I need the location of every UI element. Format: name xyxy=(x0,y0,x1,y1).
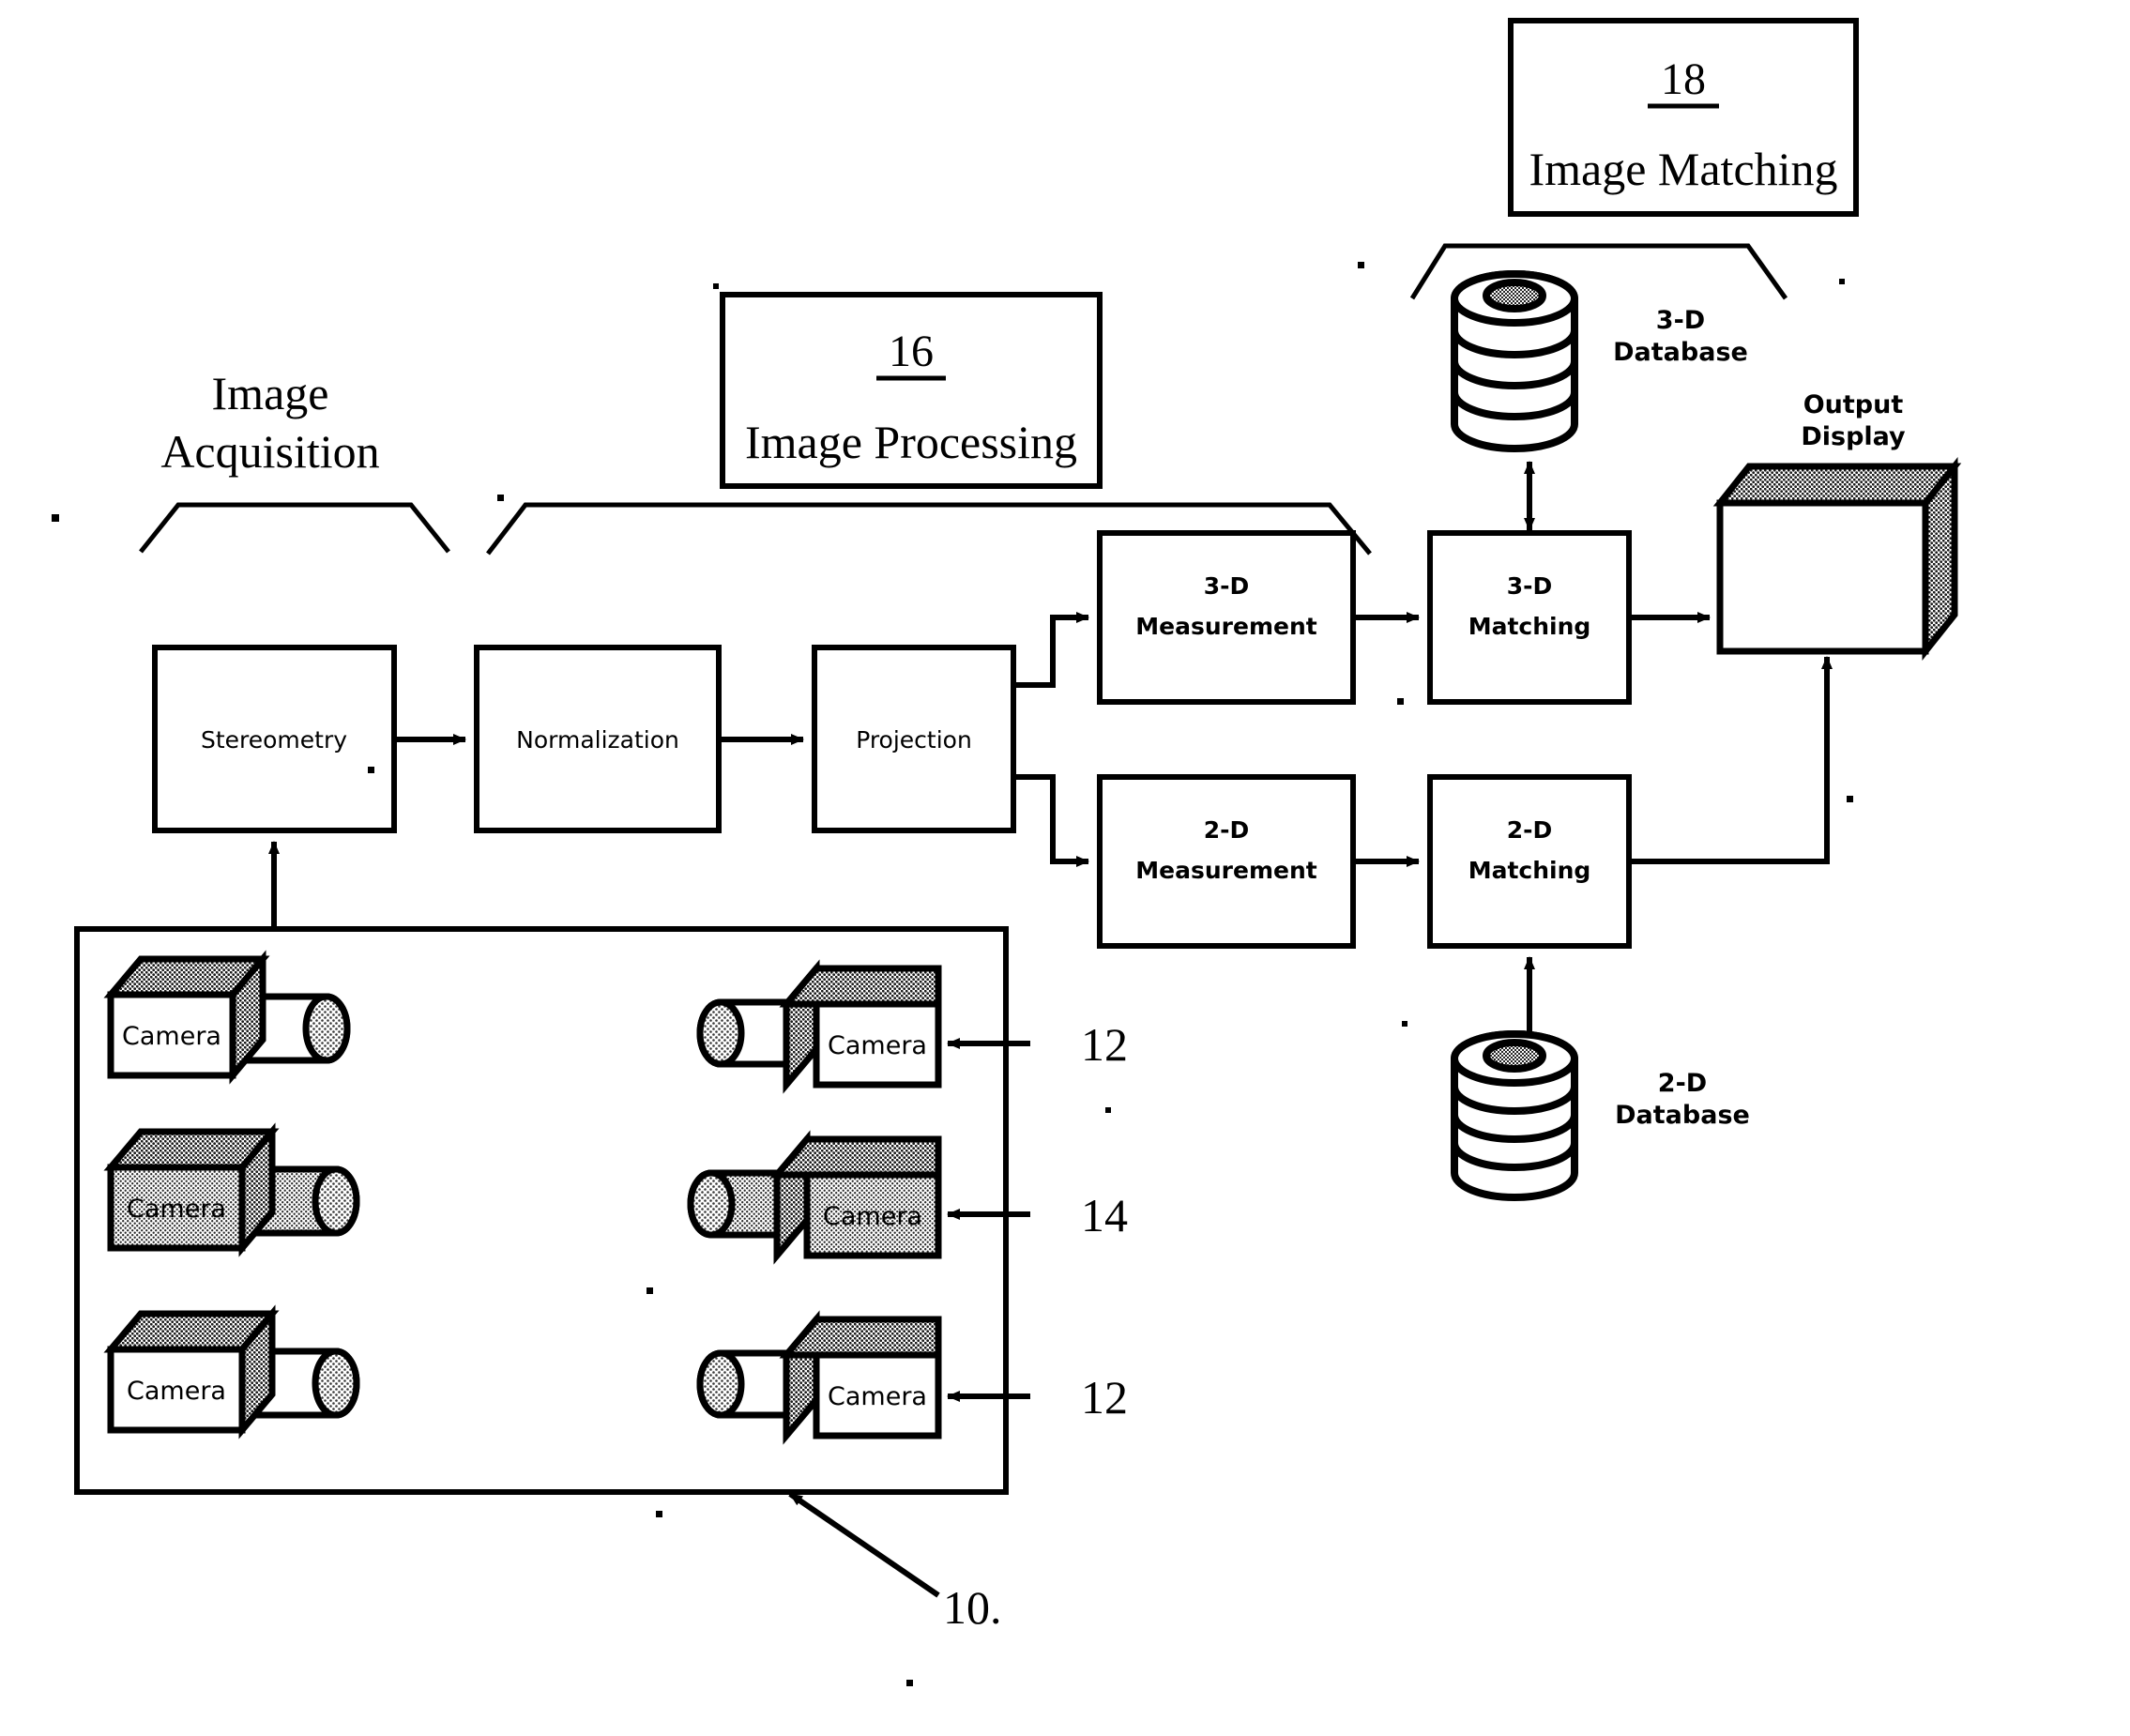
box-2d-matching-line2: Matching xyxy=(1468,857,1591,884)
camera-left-top[interactable]: Camera xyxy=(103,950,351,1085)
box-stereometry[interactable]: Stereometry xyxy=(152,645,397,833)
box-3d-matching-line2: Matching xyxy=(1468,613,1591,640)
box-3d-measurement-line1: 3-D xyxy=(1204,572,1250,600)
output-display[interactable]: Output Display xyxy=(1712,390,1962,662)
callout-arrow-system xyxy=(788,1491,940,1598)
box-2d-matching-line1: 2-D xyxy=(1507,816,1553,844)
box-3d-measurement-line2: Measurement xyxy=(1135,613,1316,640)
camera-right-bottom-label: Camera xyxy=(828,1382,927,1411)
database-2d-line2: Database xyxy=(1615,1101,1750,1130)
camera-right-middle-label: Camera xyxy=(823,1202,922,1231)
box-stereometry-label: Stereometry xyxy=(201,726,347,754)
camera-right-top-label: Camera xyxy=(828,1031,927,1060)
database-3d[interactable]: 3-D Database xyxy=(1451,270,1748,452)
box-3d-matching[interactable]: 3-D Matching xyxy=(1427,530,1632,705)
callout-label-camera-12-bottom: 12 xyxy=(1081,1371,1128,1424)
section-processing-label: Image Processing xyxy=(745,416,1077,468)
section-matching-number: 18 xyxy=(1661,54,1706,104)
section-matching-label: Image Matching xyxy=(1529,143,1837,195)
box-2d-matching[interactable]: 2-D Matching xyxy=(1427,774,1632,949)
figure-canvas: 18 Image Matching 16 Image Processing Im… xyxy=(0,0,2130,1736)
database-3d-line1: 3-D xyxy=(1656,306,1705,335)
database-2d-line1: 2-D xyxy=(1658,1069,1707,1098)
database-2d[interactable]: 2-D Database xyxy=(1451,1030,1750,1201)
section-acquisition-line1: Image xyxy=(212,367,329,419)
section-processing-number: 16 xyxy=(889,327,934,376)
camera-right-top[interactable]: Camera 12 xyxy=(696,959,1128,1094)
output-display-line2: Display xyxy=(1801,422,1906,451)
camera-right-bottom[interactable]: Camera 12 xyxy=(696,1310,1128,1445)
box-2d-measurement[interactable]: 2-D Measurement xyxy=(1097,774,1356,949)
bracket-acquisition xyxy=(139,502,450,554)
callout-label-system: 10. xyxy=(943,1581,1002,1634)
connector-projection-to-3d-measurement xyxy=(1013,612,1089,688)
section-acquisition-line2: Acquisition xyxy=(160,425,379,478)
box-2d-measurement-line1: 2-D xyxy=(1204,816,1250,844)
connector-2d-matching-to-output xyxy=(1629,656,1833,864)
connector-projection-to-2d-measurement xyxy=(1013,774,1089,867)
box-projection-label: Projection xyxy=(856,726,972,754)
camera-left-bottom[interactable]: Camera xyxy=(103,1304,360,1439)
box-projection[interactable]: Projection xyxy=(812,645,1016,833)
block-diagram: 18 Image Matching 16 Image Processing Im… xyxy=(52,18,1962,1686)
section-processing-box: 16 Image Processing xyxy=(720,292,1103,489)
camera-left-bottom-label: Camera xyxy=(127,1377,226,1406)
box-normalization[interactable]: Normalization xyxy=(474,645,722,833)
camera-left-top-label: Camera xyxy=(122,1022,221,1051)
box-normalization-label: Normalization xyxy=(516,726,679,754)
output-display-line1: Output xyxy=(1803,390,1904,419)
camera-left-middle[interactable]: Camera xyxy=(103,1122,360,1257)
camera-right-middle[interactable]: Camera 14 xyxy=(687,1130,1128,1265)
camera-left-middle-label: Camera xyxy=(127,1195,226,1224)
box-3d-measurement[interactable]: 3-D Measurement xyxy=(1097,530,1356,705)
database-3d-line2: Database xyxy=(1613,338,1748,367)
section-matching-box: 18 Image Matching xyxy=(1508,18,1859,217)
section-acquisition-title: Image Acquisition xyxy=(160,367,379,478)
box-3d-matching-line1: 3-D xyxy=(1507,572,1553,600)
callout-label-camera-14: 14 xyxy=(1081,1189,1128,1241)
callout-label-camera-12-top: 12 xyxy=(1081,1018,1128,1071)
box-2d-measurement-line2: Measurement xyxy=(1135,857,1316,884)
